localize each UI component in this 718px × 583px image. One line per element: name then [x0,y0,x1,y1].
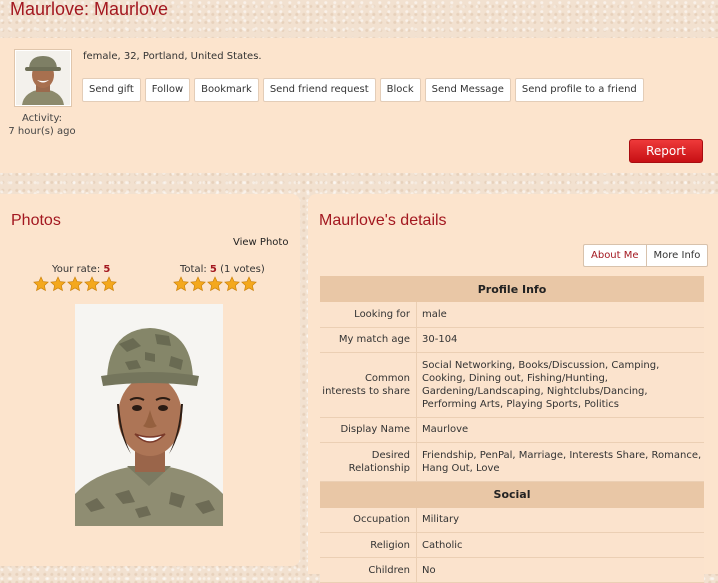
total-rating-votes: (1 votes) [220,264,265,275]
table-row: Common interests to share Social Network… [320,352,704,418]
star-icon [224,276,240,292]
section-heading: Profile Info [320,276,704,302]
table-row: Display Name Maurlove [320,417,704,443]
total-rating: Total: 5 (1 votes) [180,264,265,275]
your-rating-stars[interactable] [33,276,117,292]
row-value: No [416,557,704,583]
follow-button[interactable]: Follow [144,78,191,102]
table-row: Desired Relationship Friendship, PenPal,… [320,442,704,482]
row-key: Common interests to share [320,352,417,418]
send-profile-to-friend-button[interactable]: Send profile to a friend [514,78,644,102]
your-rate-value: 5 [103,264,111,275]
row-key: Occupation [320,507,417,533]
profile-actions: Send gift Follow Bookmark Send friend re… [82,78,644,102]
block-button[interactable]: Block [379,78,421,102]
star-icon[interactable] [84,276,100,292]
row-key: Desired Relationship [320,442,417,482]
details-tabs: About Me More Info [583,244,709,267]
table-row: Looking for male [320,302,704,328]
profile-details-table: Profile Info Looking for male My match a… [320,276,704,583]
table-row: Occupation Military [320,507,704,533]
activity-status: Activity: 7 hour(s) ago [0,112,84,138]
bookmark-button[interactable]: Bookmark [194,78,259,102]
star-icon[interactable] [50,276,66,292]
tab-more-info[interactable]: More Info [645,244,709,267]
your-rate: Your rate: 5 [52,264,110,275]
star-icon [190,276,206,292]
avatar[interactable] [15,50,71,106]
details-panel: Maurlove's details About Me More Info Pr… [308,194,718,583]
page-title: Maurlove: Maurlove [10,0,169,19]
photos-panel: Photos View Photo Your rate: 5 Total: 5 … [0,194,300,566]
view-photo-link[interactable]: View Photo [233,237,288,248]
star-icon[interactable] [33,276,49,292]
row-key: Display Name [320,417,417,443]
send-message-button[interactable]: Send Message [424,78,511,102]
row-key: My match age [320,327,417,353]
profile-avatar-image [16,51,70,105]
table-row: Religion Catholic [320,532,704,558]
total-rating-value: 5 [209,264,217,275]
tab-about-me[interactable]: About Me [583,244,646,267]
total-rating-stars [173,276,257,292]
row-key: Children [320,557,417,583]
row-key: Religion [320,532,417,558]
row-key: Looking for [320,302,417,328]
your-rate-label: Your rate: [52,264,101,275]
row-value: Friendship, PenPal, Marriage, Interests … [416,442,704,482]
send-gift-button[interactable]: Send gift [82,78,141,102]
details-title: Maurlove's details [319,212,447,229]
row-value: Military [416,507,704,533]
send-friend-request-button[interactable]: Send friend request [262,78,376,102]
row-value: Catholic [416,532,704,558]
main-profile-photo[interactable] [75,304,223,526]
star-icon [241,276,257,292]
table-row: Children No [320,557,704,583]
profile-header-panel: Activity: 7 hour(s) ago female, 32, Port… [0,38,718,173]
section-header-row: Social [320,481,704,508]
total-rating-label: Total: [180,264,207,275]
star-icon[interactable] [67,276,83,292]
star-icon [173,276,189,292]
table-row: My match age 30-104 [320,327,704,353]
star-icon [207,276,223,292]
section-header-row: Profile Info [320,276,704,302]
photos-title: Photos [11,212,61,229]
row-value: male [416,302,704,328]
profile-photo-image [75,304,223,526]
activity-value: 7 hour(s) ago [8,126,76,137]
activity-label: Activity: [21,113,63,124]
profile-summary: female, 32, Portland, United States. [83,51,262,62]
row-value: Maurlove [416,417,704,443]
report-button[interactable]: Report [629,139,703,163]
row-value: 30-104 [416,327,704,353]
row-value: Social Networking, Books/Discussion, Cam… [416,352,704,418]
section-heading: Social [320,481,704,508]
star-icon[interactable] [101,276,117,292]
